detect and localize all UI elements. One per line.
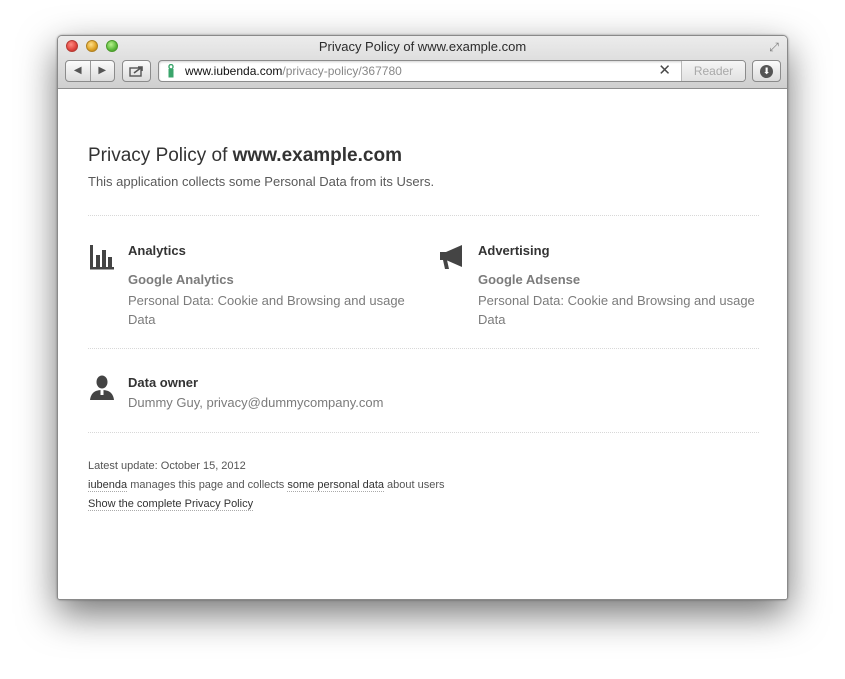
footer-manages-line: iubenda manages this page and collects s… xyxy=(88,479,445,492)
page-title-prefix: Privacy Policy of xyxy=(88,145,233,166)
section-title: Advertising xyxy=(478,243,550,258)
service-name: Google Adsense xyxy=(478,272,581,287)
page-subtitle: This application collects some Personal … xyxy=(88,174,435,189)
browser-window: Privacy Policy of www.example.com ⤢ ◀ ▶ … xyxy=(57,35,788,600)
browser-toolbar: Privacy Policy of www.example.com ⤢ ◀ ▶ … xyxy=(58,36,787,89)
divider xyxy=(88,348,759,349)
url-text[interactable]: www.iubenda.com/privacy-policy/367780 xyxy=(185,64,402,78)
section-title: Analytics xyxy=(128,243,186,258)
back-button[interactable]: ◀ xyxy=(66,61,90,81)
service-name: Google Analytics xyxy=(128,272,234,287)
forward-button[interactable]: ▶ xyxy=(91,61,115,81)
megaphone-icon xyxy=(440,245,462,269)
person-icon xyxy=(90,375,114,400)
address-bar[interactable]: www.iubenda.com/privacy-policy/367780 ✕ … xyxy=(158,60,746,82)
data-owner-title: Data owner xyxy=(128,375,199,390)
about-text: about users xyxy=(384,479,445,491)
bar-chart-icon xyxy=(90,245,114,270)
download-icon: ⬇ xyxy=(760,64,773,78)
manages-text: manages this page and collects xyxy=(127,479,288,491)
complete-policy-link[interactable]: Show the complete Privacy Policy xyxy=(88,498,254,511)
window-title: Privacy Policy of www.example.com xyxy=(318,39,527,54)
share-icon xyxy=(128,66,143,77)
url-host: www.iubenda.com xyxy=(185,64,283,78)
clear-url-icon[interactable]: ✕ xyxy=(658,62,671,80)
page-content: Privacy Policy of www.example.com This a… xyxy=(58,90,787,599)
reader-button[interactable]: Reader xyxy=(681,61,745,81)
page-title-site: www.example.com xyxy=(232,145,402,166)
footer-policy-line: Show the complete Privacy Policy xyxy=(88,498,254,511)
personal-data-text: Personal Data: Cookie and Browsing and u… xyxy=(128,293,405,327)
divider xyxy=(88,432,759,433)
fullscreen-icon[interactable]: ⤢ xyxy=(767,40,781,54)
share-button[interactable] xyxy=(122,60,151,82)
iubenda-link[interactable]: iubenda xyxy=(88,479,128,492)
data-owner-value: Dummy Guy, privacy@dummycompany.com xyxy=(128,395,384,410)
page-title: Privacy Policy of www.example.com xyxy=(88,145,402,167)
back-forward-group: ◀ ▶ xyxy=(65,60,115,82)
personal-data-link[interactable]: some personal data xyxy=(287,479,384,492)
divider xyxy=(88,215,759,216)
url-path: /privacy-policy/367780 xyxy=(282,64,402,78)
latest-update: Latest update: October 15, 2012 xyxy=(88,460,246,472)
security-lock-icon xyxy=(168,64,174,78)
personal-data-text: Personal Data: Cookie and Browsing and u… xyxy=(478,293,755,327)
downloads-button[interactable]: ⬇ xyxy=(752,60,781,82)
